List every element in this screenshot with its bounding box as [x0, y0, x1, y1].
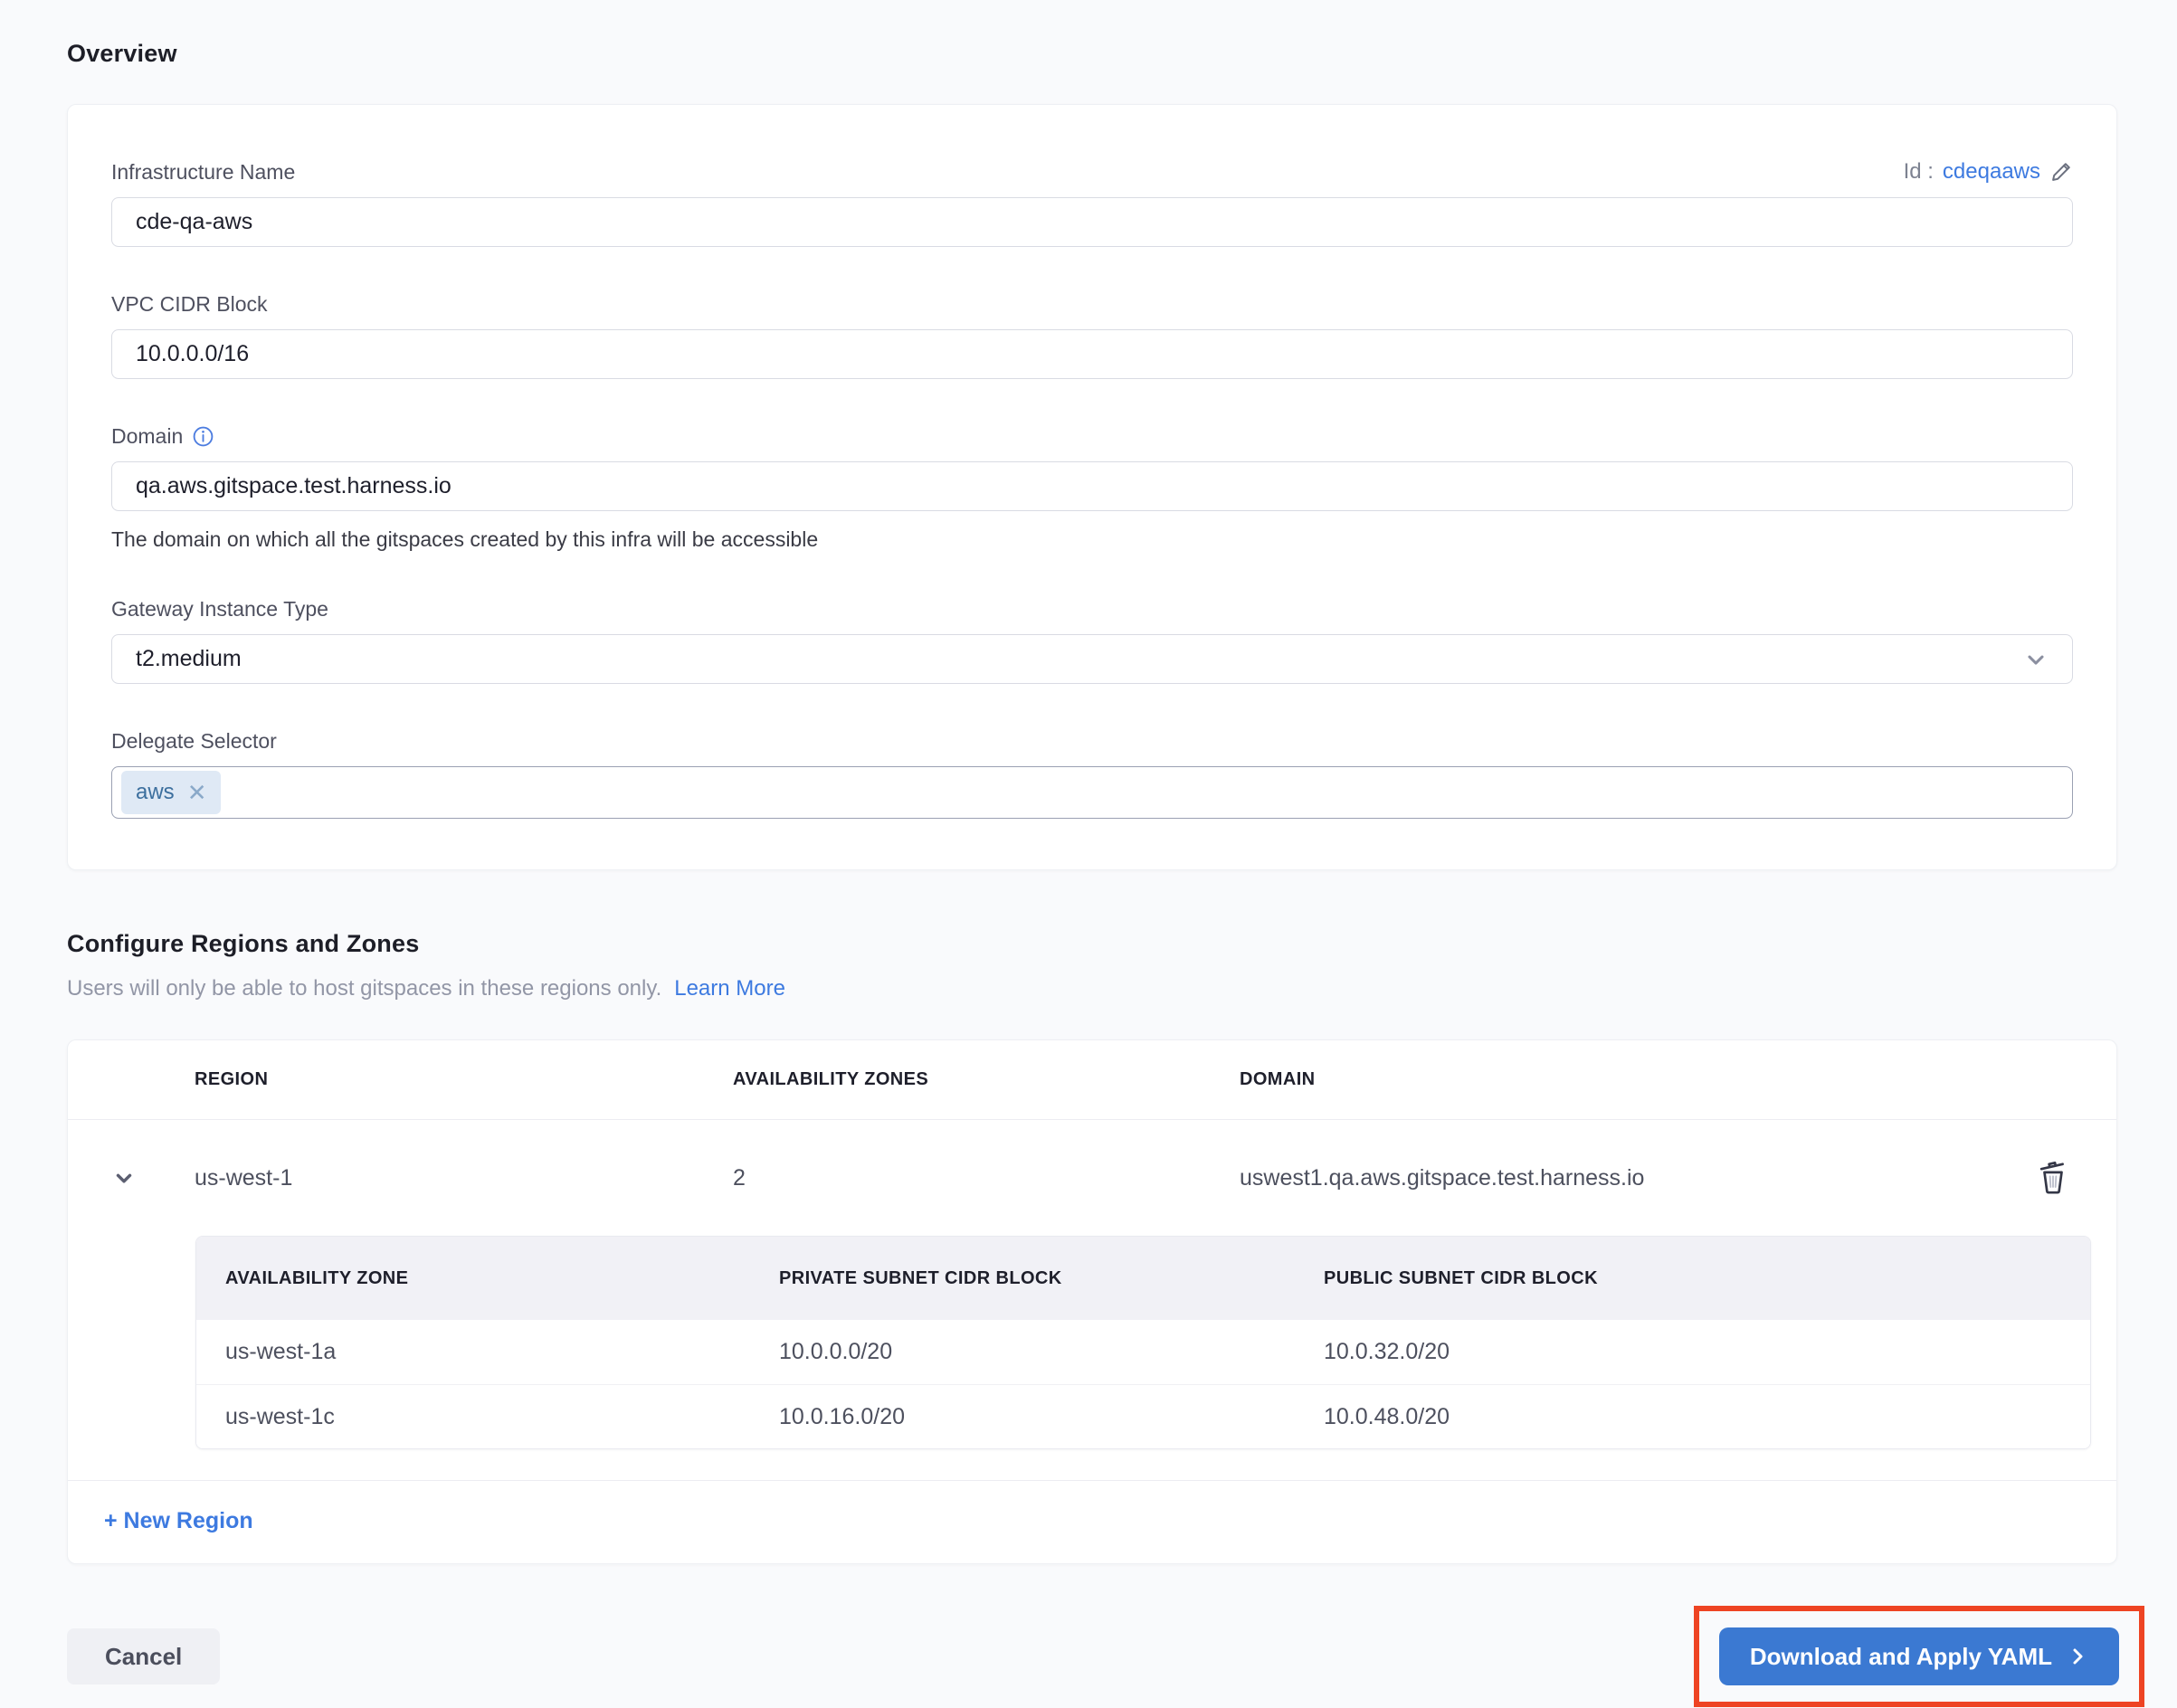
chevron-down-icon: [2023, 647, 2049, 672]
gateway-instance-type-field: Gateway Instance Type t2.medium: [111, 597, 2073, 684]
regions-section-description: Users will only be able to host gitspace…: [67, 976, 2117, 1001]
delegate-tag: aws ✕: [121, 771, 222, 814]
zone-public-cidr: 10.0.48.0/20: [1324, 1403, 1450, 1429]
collapse-region-icon[interactable]: [106, 1160, 142, 1196]
cancel-button[interactable]: Cancel: [67, 1628, 221, 1684]
infrastructure-name-input[interactable]: [111, 197, 2073, 247]
vpc-cidr-field: VPC CIDR Block: [111, 292, 2073, 379]
domain-column-header: DOMAIN: [1240, 1069, 1316, 1089]
zone-name: us-west-1a: [225, 1339, 337, 1364]
info-icon[interactable]: [192, 425, 214, 448]
zone-row: us-west-1c 10.0.16.0/20 10.0.48.0/20: [196, 1384, 2090, 1448]
footer-actions: Cancel Download and Apply YAML: [67, 1606, 2144, 1707]
chevron-right-icon: [2067, 1646, 2088, 1667]
regions-section-title: Configure Regions and Zones: [67, 930, 420, 957]
availability-zones-column-header: AVAILABILITY ZONES: [733, 1069, 929, 1089]
zone-private-cidr: 10.0.0.0/20: [779, 1339, 893, 1364]
overview-title: Overview: [67, 40, 177, 67]
regions-description-text: Users will only be able to host gitspace…: [67, 976, 662, 1001]
private-subnet-column-header: PRIVATE SUBNET CIDR BLOCK: [779, 1267, 1062, 1288]
region-name: us-west-1: [195, 1164, 293, 1191]
gateway-instance-type-label: Gateway Instance Type: [111, 597, 328, 621]
delegate-selector-field: Delegate Selector aws ✕: [111, 729, 2073, 819]
download-and-apply-yaml-label: Download and Apply YAML: [1749, 1642, 2052, 1670]
regions-table-footer: + New Region: [68, 1480, 2116, 1563]
new-region-button[interactable]: + New Region: [104, 1508, 253, 1533]
download-and-apply-yaml-button[interactable]: Download and Apply YAML: [1718, 1627, 2119, 1685]
learn-more-link[interactable]: Learn More: [674, 976, 785, 1001]
public-subnet-column-header: PUBLIC SUBNET CIDR BLOCK: [1324, 1267, 1598, 1288]
zone-row: us-west-1a 10.0.0.0/20 10.0.32.0/20: [196, 1320, 2090, 1384]
domain-helper-text: The domain on which all the gitspaces cr…: [111, 527, 819, 551]
domain-input[interactable]: [111, 461, 2073, 511]
id-value-link[interactable]: cdeqaaws: [1943, 159, 2040, 185]
annotation-highlight-box: Download and Apply YAML: [1693, 1606, 2144, 1707]
delete-region-icon[interactable]: [2038, 1161, 2068, 1195]
zones-table-container: AVAILABILITY ZONE PRIVATE SUBNET CIDR BL…: [68, 1236, 2116, 1449]
regions-table-header: REGION AVAILABILITY ZONES DOMAIN: [68, 1040, 2116, 1120]
zone-name: us-west-1c: [225, 1403, 335, 1429]
availability-zone-column-header: AVAILABILITY ZONE: [225, 1267, 409, 1288]
infra-id: Id : cdeqaaws: [1904, 159, 2073, 185]
gateway-instance-type-select[interactable]: t2.medium: [111, 634, 2073, 684]
id-label: Id :: [1903, 159, 1934, 184]
region-zones-count: 2: [733, 1164, 746, 1191]
infra-config-page: Overview Infrastructure Name Id : cdeqaa…: [0, 0, 2177, 1707]
infrastructure-name-label: Infrastructure Name: [111, 159, 296, 184]
regions-table-card: REGION AVAILABILITY ZONES DOMAIN us-west…: [67, 1039, 2117, 1564]
overview-card: Infrastructure Name Id : cdeqaaws VPC CI…: [67, 104, 2117, 870]
delegate-selector-input[interactable]: aws ✕: [111, 766, 2073, 819]
gateway-instance-type-value: t2.medium: [136, 646, 242, 671]
zones-table: AVAILABILITY ZONE PRIVATE SUBNET CIDR BL…: [195, 1236, 2091, 1449]
region-row: us-west-1 2 uswest1.qa.aws.gitspace.test…: [68, 1120, 2116, 1236]
vpc-cidr-label: VPC CIDR Block: [111, 292, 268, 316]
infrastructure-name-field: Infrastructure Name Id : cdeqaaws: [111, 159, 2073, 247]
remove-tag-icon[interactable]: ✕: [187, 781, 207, 804]
vpc-cidr-input[interactable]: [111, 329, 2073, 379]
zone-private-cidr: 10.0.16.0/20: [779, 1403, 906, 1429]
edit-pencil-icon[interactable]: [2049, 160, 2073, 184]
delegate-selector-label: Delegate Selector: [111, 729, 277, 753]
domain-label: Domain: [111, 424, 184, 448]
region-domain: uswest1.qa.aws.gitspace.test.harness.io: [1240, 1164, 1645, 1191]
domain-field: Domain The domain on which all the gitsp…: [111, 424, 2073, 552]
zones-table-header: AVAILABILITY ZONE PRIVATE SUBNET CIDR BL…: [196, 1237, 2090, 1320]
region-column-header: REGION: [195, 1069, 269, 1089]
zone-public-cidr: 10.0.32.0/20: [1324, 1339, 1450, 1364]
delegate-tag-label: aws: [136, 780, 175, 804]
